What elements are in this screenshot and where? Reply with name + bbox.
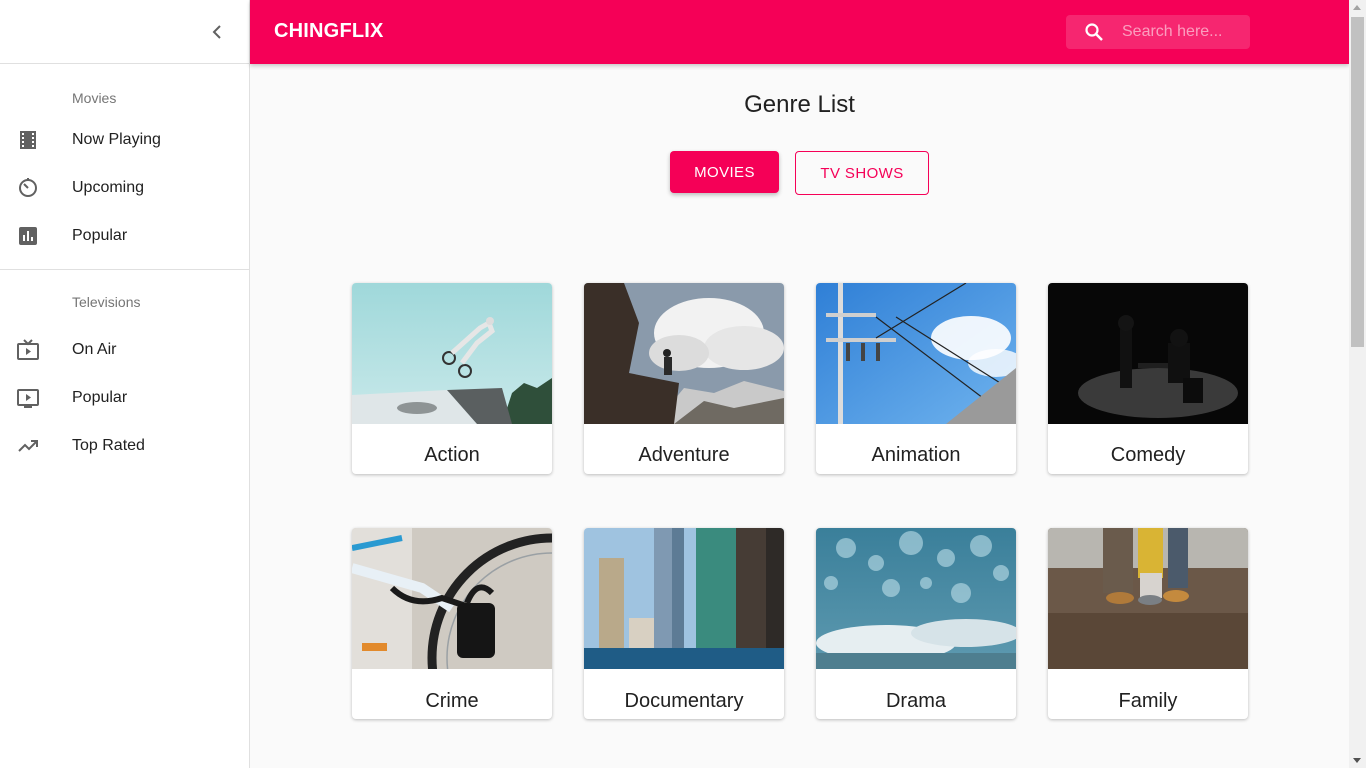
app-bar: CHINGFLIX [250, 0, 1349, 64]
sidebar-item-label: On Air [72, 341, 117, 358]
search-input[interactable] [1122, 23, 1242, 41]
genre-name: Adventure [638, 443, 730, 466]
sidebar-item-on-air[interactable]: On Air [0, 326, 249, 374]
collapse-sidebar-button[interactable] [205, 20, 229, 44]
genre-card-crime[interactable]: Crime [352, 528, 552, 719]
sidebar-item-label: Top Rated [72, 437, 145, 454]
app-title[interactable]: CHINGFLIX [274, 20, 384, 43]
genre-card-drama[interactable]: Drama [816, 528, 1016, 719]
chevron-left-icon [212, 25, 221, 39]
genre-name: Animation [871, 443, 961, 466]
timer-icon [0, 176, 56, 200]
genre-thumbnail [1048, 528, 1248, 669]
tab-movies[interactable]: MOVIES [670, 151, 779, 193]
page-title: Genre List [744, 91, 855, 118]
genre-thumbnail [352, 283, 552, 424]
genre-thumbnail [816, 283, 1016, 424]
genre-card-action[interactable]: Action [352, 283, 552, 474]
genre-name: Crime [425, 689, 479, 712]
tv-play-icon [0, 386, 56, 410]
genre-name: Action [424, 443, 480, 466]
genre-grid: Action Adventure Animation Comedy Crime … [352, 283, 1248, 719]
genre-thumbnail [352, 528, 552, 669]
scrollbar-thumb[interactable] [1351, 17, 1364, 347]
genre-thumbnail [816, 528, 1016, 669]
bar-chart-icon [0, 224, 56, 248]
search-box[interactable] [1066, 15, 1250, 49]
sidebar-item-label: Popular [72, 227, 128, 244]
sidebar-item-top-rated[interactable]: Top Rated [0, 422, 249, 470]
genre-thumbnail [584, 283, 784, 424]
genre-thumbnail [1048, 283, 1248, 424]
genre-card-comedy[interactable]: Comedy [1048, 283, 1248, 474]
genre-card-family[interactable]: Family [1048, 528, 1248, 719]
sidebar-item-label: Popular [72, 389, 128, 406]
trending-up-icon [0, 434, 56, 458]
main-content: Genre List MOVIES TV SHOWS Action Advent… [250, 64, 1349, 768]
live-tv-icon [0, 338, 56, 362]
genre-card-documentary[interactable]: Documentary [584, 528, 784, 719]
scroll-up-arrow-icon[interactable] [1353, 5, 1361, 10]
tab-tv-shows[interactable]: TV SHOWS [795, 151, 929, 195]
sidebar-item-popular-tv[interactable]: Popular [0, 374, 249, 422]
sidebar-item-now-playing[interactable]: Now Playing [0, 116, 249, 164]
movie-film-icon [0, 128, 56, 152]
sidebar-item-popular-movies[interactable]: Popular [0, 212, 249, 260]
genre-name: Family [1118, 689, 1178, 712]
genre-name: Comedy [1110, 443, 1186, 466]
genre-thumbnail [584, 528, 784, 669]
section-title-movies: Movies [72, 90, 117, 106]
sidebar-drawer: Movies Now Playing Upcoming Popular Tele… [0, 0, 250, 768]
sidebar-header [0, 0, 249, 64]
media-type-tabs: MOVIES TV SHOWS [670, 151, 929, 195]
genre-card-adventure[interactable]: Adventure [584, 283, 784, 474]
genre-card-animation[interactable]: Animation [816, 283, 1016, 474]
scroll-down-arrow-icon[interactable] [1353, 758, 1361, 763]
genre-name: Documentary [624, 689, 744, 712]
search-icon [1066, 22, 1122, 42]
page-scrollbar[interactable] [1349, 0, 1366, 768]
sidebar-item-label: Now Playing [72, 131, 161, 148]
section-title-televisions: Televisions [72, 294, 141, 310]
sidebar-item-label: Upcoming [72, 179, 145, 196]
sidebar-item-upcoming[interactable]: Upcoming [0, 164, 249, 212]
genre-name: Drama [885, 689, 946, 712]
